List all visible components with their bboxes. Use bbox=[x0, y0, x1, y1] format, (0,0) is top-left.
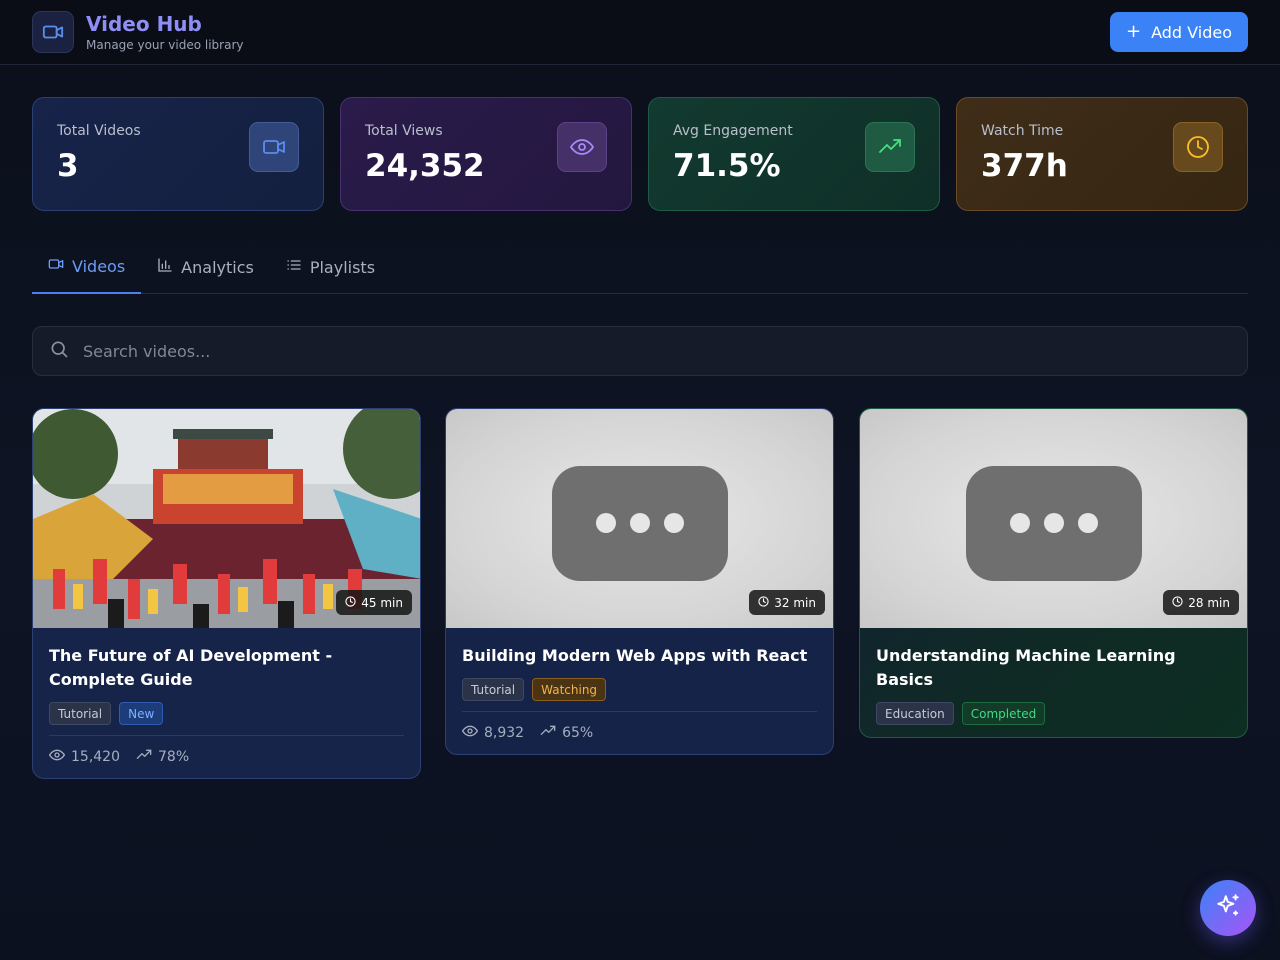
list-icon bbox=[286, 257, 302, 277]
video-icon bbox=[32, 11, 74, 53]
brand: Video Hub Manage your video library bbox=[32, 11, 243, 53]
tag-list: Tutorial New bbox=[49, 702, 404, 725]
tag: Tutorial bbox=[49, 702, 112, 725]
add-video-button[interactable]: + Add Video bbox=[1110, 12, 1248, 52]
tag: Tutorial bbox=[462, 678, 525, 701]
trending-up-icon bbox=[865, 122, 915, 172]
app-title: Video Hub bbox=[86, 12, 202, 36]
tag: Completed bbox=[961, 702, 1046, 725]
video-title[interactable]: Understanding Machine Learning Basics bbox=[876, 644, 1231, 692]
trending-up-icon bbox=[136, 747, 152, 767]
search-input[interactable] bbox=[83, 341, 1231, 361]
eye-icon bbox=[557, 122, 607, 172]
stat-card-avg-engagement: Avg Engagement 71.5% bbox=[648, 97, 940, 211]
clock-icon bbox=[758, 595, 769, 610]
tab-videos[interactable]: Videos bbox=[32, 240, 142, 294]
tab-label: Analytics bbox=[181, 257, 254, 277]
card-body: Building Modern Web Apps with React Tuto… bbox=[446, 628, 833, 753]
app-header: Video Hub Manage your video library + Ad… bbox=[0, 0, 1280, 65]
duration-text: 45 min bbox=[361, 595, 403, 610]
video-icon bbox=[249, 122, 299, 172]
engagement-value: 78% bbox=[158, 748, 190, 765]
trending-up-icon bbox=[540, 723, 556, 743]
tab-label: Videos bbox=[72, 256, 126, 276]
views-metric: 8,932 bbox=[462, 723, 524, 743]
plus-icon: + bbox=[1126, 21, 1142, 42]
search-icon bbox=[49, 339, 69, 363]
video-metrics: 15,420 78% bbox=[49, 735, 404, 777]
engagement-metric: 65% bbox=[540, 723, 593, 743]
tab-playlists[interactable]: Playlists bbox=[270, 240, 391, 294]
stat-card-watch-time: Watch Time 377h bbox=[956, 97, 1248, 211]
views-count: 8,932 bbox=[484, 724, 525, 741]
engagement-value: 65% bbox=[562, 724, 594, 741]
duration-badge: 32 min bbox=[749, 590, 825, 615]
video-thumbnail[interactable]: 45 min bbox=[33, 409, 420, 628]
app-subtitle: Manage your video library bbox=[86, 38, 244, 52]
tab-analytics[interactable]: Analytics bbox=[141, 240, 270, 294]
tag: Watching bbox=[532, 678, 607, 701]
views-metric: 15,420 bbox=[49, 747, 120, 767]
views-count: 15,420 bbox=[71, 748, 120, 765]
tab-bar: Videos Analytics Playlists bbox=[32, 240, 1248, 294]
duration-badge: 28 min bbox=[1163, 590, 1239, 615]
sparkles-icon bbox=[1215, 893, 1241, 923]
bar-chart-icon bbox=[157, 257, 173, 277]
video-thumbnail[interactable]: 32 min bbox=[446, 409, 833, 628]
tag-list: Tutorial Watching bbox=[462, 678, 817, 701]
clock-icon bbox=[1172, 595, 1183, 610]
duration-text: 28 min bbox=[1188, 595, 1230, 610]
video-metrics: 8,932 65% bbox=[462, 711, 817, 753]
video-card[interactable]: 45 min The Future of AI Development - Co… bbox=[32, 408, 421, 779]
video-card[interactable]: 32 min Building Modern Web Apps with Rea… bbox=[445, 408, 834, 755]
duration-text: 32 min bbox=[774, 595, 816, 610]
engagement-metric: 78% bbox=[136, 747, 189, 767]
stats-row: Total Videos 3 Total Views 24,352 Avg En… bbox=[32, 97, 1248, 211]
tag: Education bbox=[876, 702, 954, 725]
card-body: The Future of AI Development - Complete … bbox=[33, 628, 420, 777]
tag-list: Education Completed bbox=[876, 702, 1231, 725]
video-icon bbox=[48, 256, 64, 276]
video-thumbnail[interactable]: 28 min bbox=[860, 409, 1247, 628]
video-title[interactable]: Building Modern Web Apps with React bbox=[462, 644, 817, 668]
clock-icon bbox=[345, 595, 356, 610]
sparkles-button[interactable] bbox=[1200, 880, 1256, 936]
stat-card-total-videos: Total Videos 3 bbox=[32, 97, 324, 211]
video-card[interactable]: 28 min Understanding Machine Learning Ba… bbox=[859, 408, 1248, 738]
tab-label: Playlists bbox=[309, 257, 376, 277]
add-video-label: Add Video bbox=[1151, 22, 1232, 42]
video-title[interactable]: The Future of AI Development - Complete … bbox=[49, 644, 404, 692]
search-bar bbox=[32, 326, 1248, 376]
eye-icon bbox=[49, 747, 65, 767]
stat-card-total-views: Total Views 24,352 bbox=[340, 97, 632, 211]
tag: New bbox=[119, 702, 164, 725]
clock-icon bbox=[1173, 122, 1223, 172]
eye-icon bbox=[462, 723, 478, 743]
duration-badge: 45 min bbox=[336, 590, 412, 615]
card-body: Understanding Machine Learning Basics Ed… bbox=[860, 628, 1247, 725]
